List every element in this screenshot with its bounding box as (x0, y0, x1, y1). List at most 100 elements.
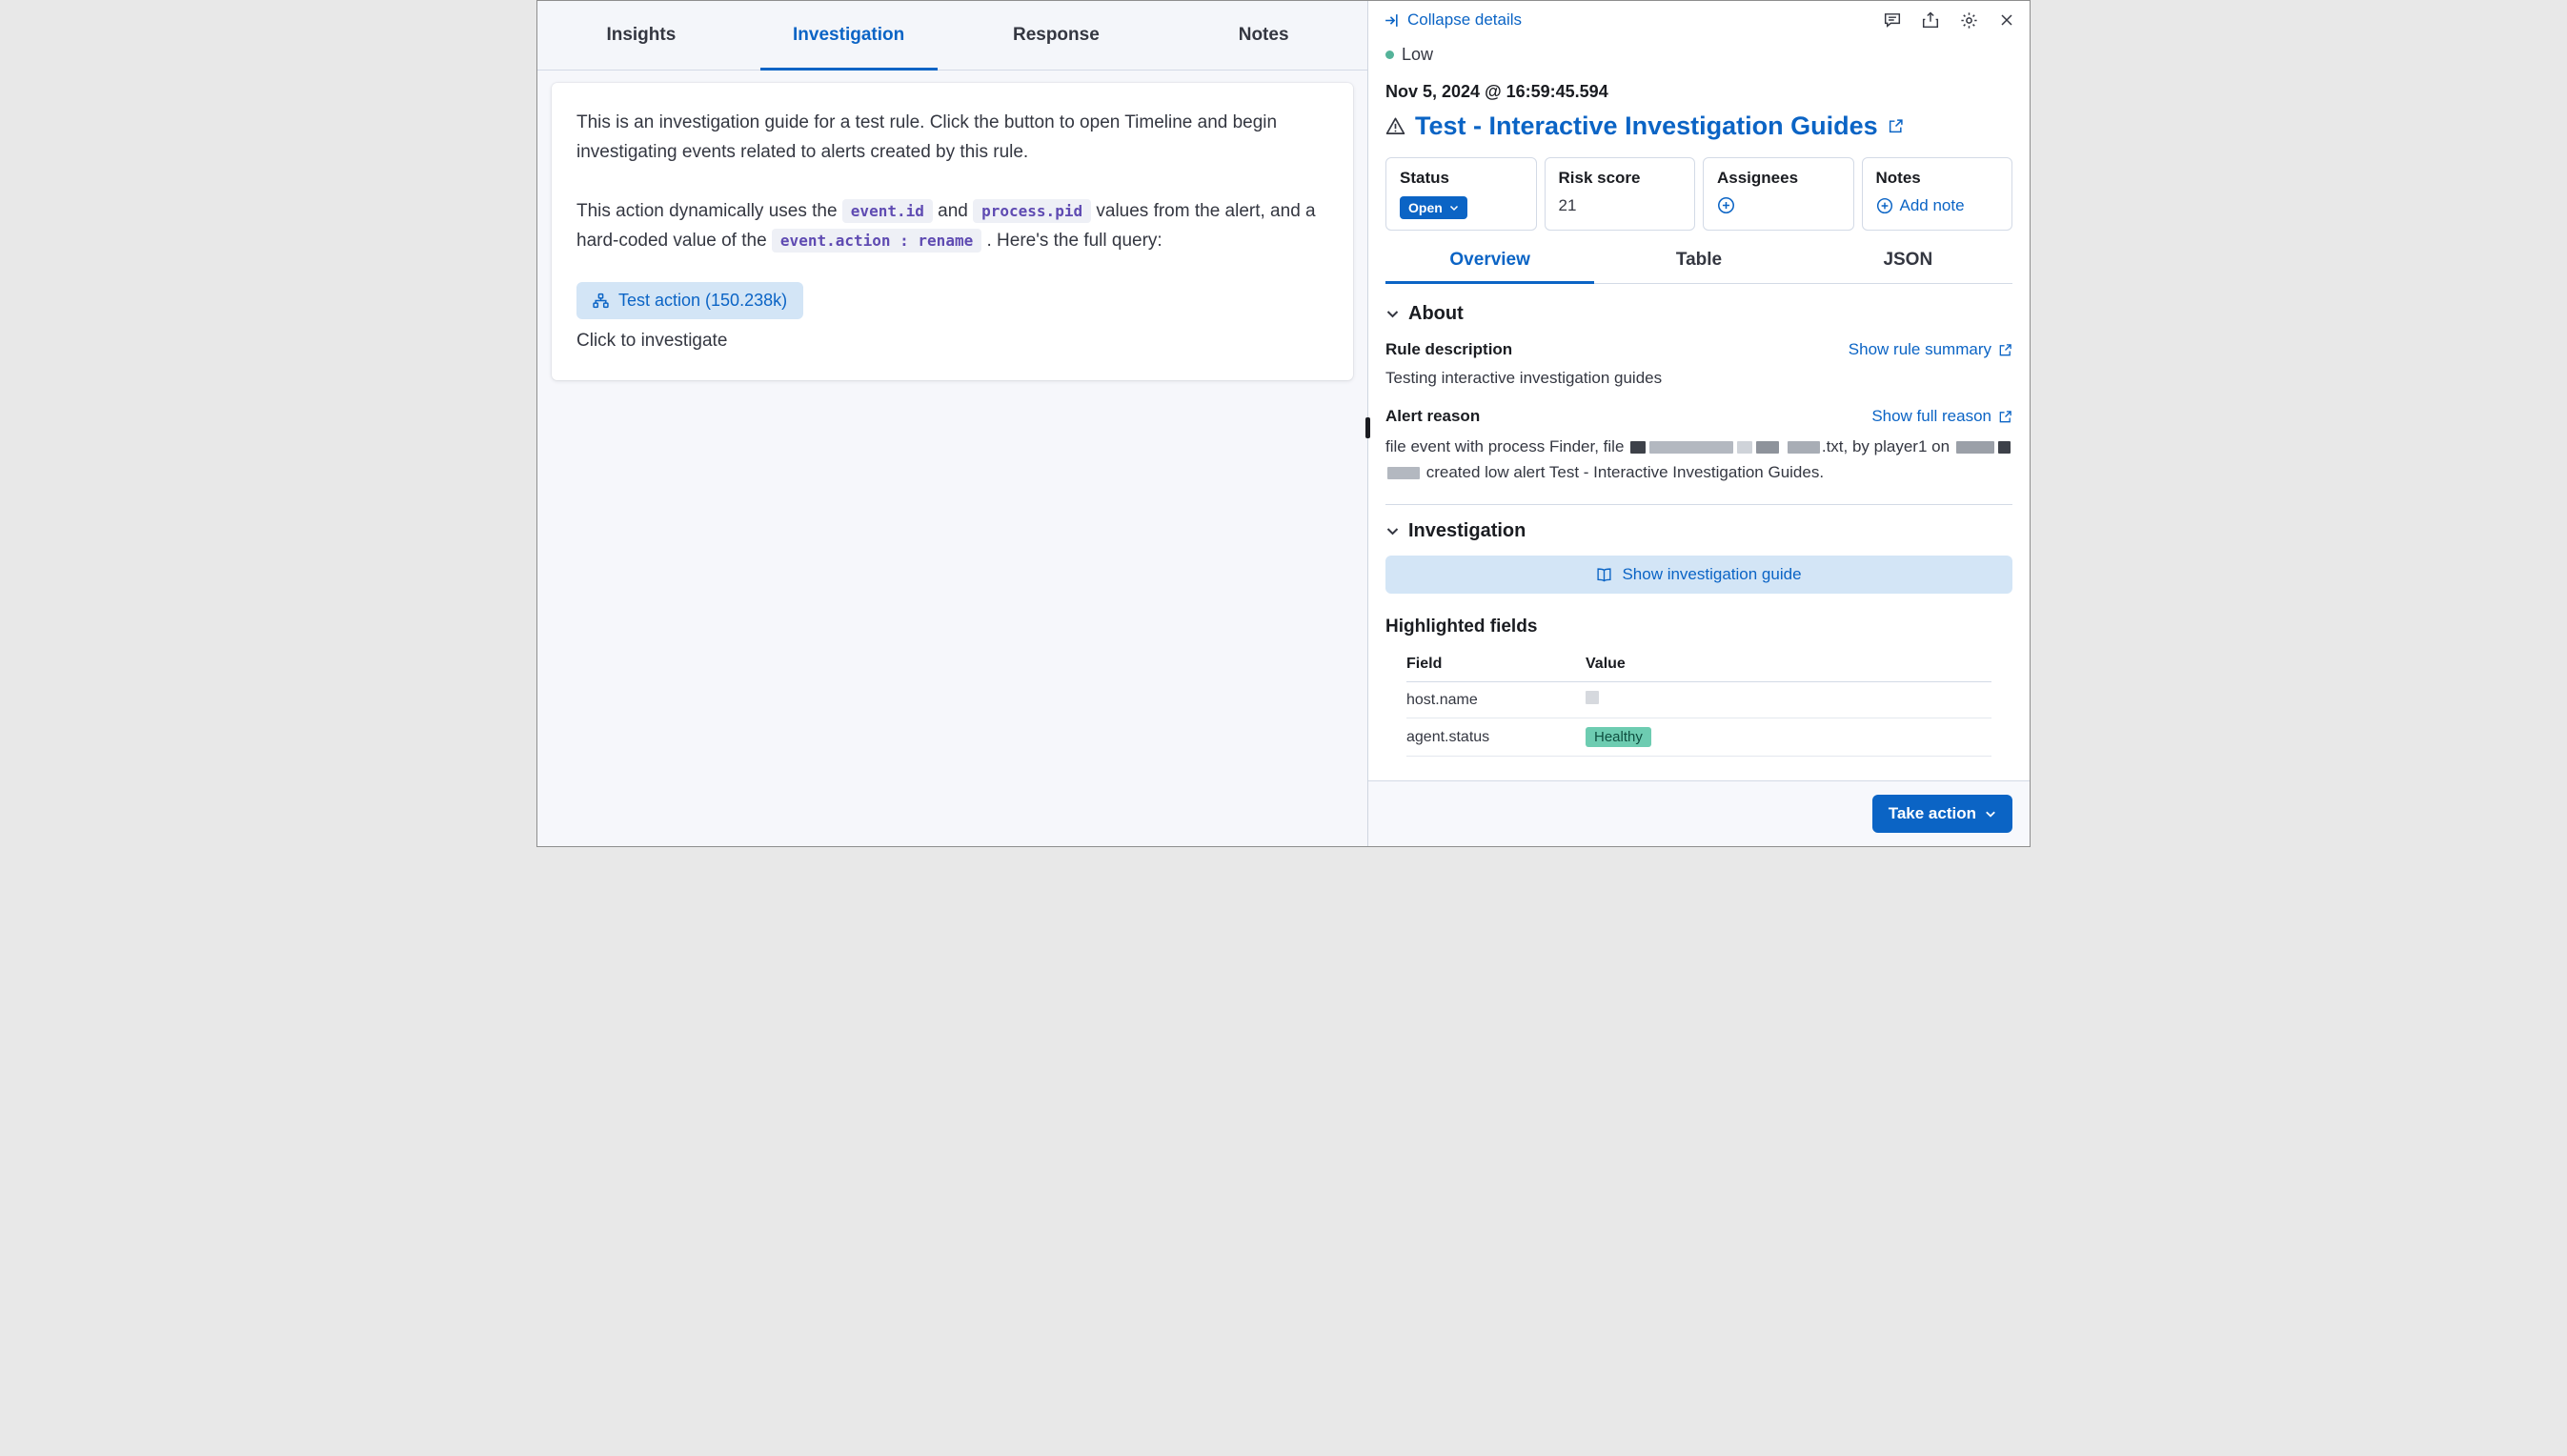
alert-title-row: Test - Interactive Investigation Guides (1385, 110, 2012, 142)
redacted-text (1998, 441, 2011, 454)
show-full-reason-label: Show full reason (1871, 407, 1991, 426)
book-icon (1596, 567, 1612, 583)
collapse-details-label: Collapse details (1407, 10, 1522, 30)
section-divider (1385, 504, 2012, 505)
warning-icon (1385, 116, 1405, 136)
highlighted-fields-heading: Highlighted fields (1385, 617, 2012, 637)
alert-timestamp: Nov 5, 2024 @ 16:59:45.594 (1385, 82, 2012, 102)
add-note-label: Add note (1900, 196, 1965, 215)
investigation-heading: Investigation (1408, 520, 1526, 542)
table-row[interactable]: host.name (1406, 682, 1991, 718)
flyout-footer: Take action (1368, 780, 2030, 846)
alert-details-window: Insights Investigation Response Notes Th… (536, 0, 2031, 847)
rule-description-row: Rule description Show rule summary (1385, 340, 2012, 359)
code-chip-process-pid: process.pid (973, 199, 1091, 223)
external-link-icon (1888, 118, 1904, 134)
status-card-label: Status (1400, 169, 1523, 188)
guide-paragraph-2: This action dynamically uses the event.i… (576, 196, 1328, 255)
timeline-icon (593, 293, 609, 309)
popout-icon (1998, 410, 2012, 424)
take-action-button[interactable]: Take action (1872, 795, 2012, 833)
guide-p2-text-4: . Here's the full query: (981, 231, 1162, 251)
close-icon[interactable] (1999, 12, 2014, 28)
tab-json-label: JSON (1883, 250, 1932, 270)
risk-score-card: Risk score 21 (1545, 157, 1696, 231)
chevron-down-icon (1985, 808, 1996, 819)
tab-response[interactable]: Response (953, 1, 1161, 70)
tab-table[interactable]: Table (1594, 244, 1803, 283)
field-name-cell: agent.status (1406, 729, 1586, 746)
chevron-down-icon (1385, 524, 1400, 538)
test-action-button-label: Test action (150.238k) (618, 291, 787, 311)
tab-insights-label: Insights (606, 25, 676, 46)
about-section-toggle[interactable]: About (1385, 303, 2012, 325)
status-card: Status Open (1385, 157, 1537, 231)
take-action-label: Take action (1889, 804, 1976, 823)
panel-resize-handle[interactable] (1365, 417, 1370, 438)
flyout-tabbar: Overview Table JSON (1385, 244, 2012, 284)
gear-icon[interactable] (1960, 11, 1978, 30)
share-icon[interactable] (1922, 11, 1939, 29)
redacted-text (1756, 441, 1779, 454)
tab-notes[interactable]: Notes (1160, 1, 1367, 70)
table-row[interactable]: agent.status Healthy (1406, 718, 1991, 757)
redacted-text (1737, 441, 1752, 454)
tab-overview[interactable]: Overview (1385, 244, 1594, 283)
chevron-down-icon (1385, 307, 1400, 321)
risk-score-value: 21 (1559, 196, 1682, 215)
flyout-body: Low Nov 5, 2024 @ 16:59:45.594 Test - In… (1368, 33, 2030, 780)
reason-text-3: created low alert Test - Interactive Inv… (1422, 463, 1824, 481)
tab-response-label: Response (1013, 25, 1100, 46)
show-investigation-guide-button[interactable]: Show investigation guide (1385, 556, 2012, 594)
tab-investigation[interactable]: Investigation (745, 1, 953, 70)
status-open-dropdown[interactable]: Open (1400, 196, 1467, 219)
chevron-down-icon (1449, 203, 1459, 212)
plus-circle-icon (1876, 197, 1893, 214)
flyout-header: Collapse details (1368, 1, 2030, 33)
flyout-header-actions (1884, 11, 2014, 30)
value-column-header: Value (1586, 656, 1991, 673)
guide-p2-text-1: This action dynamically uses the (576, 201, 842, 221)
alert-details-flyout: Collapse details (1368, 1, 2030, 846)
alert-title-link[interactable]: Test - Interactive Investigation Guides (1415, 110, 1878, 142)
status-badge: Healthy (1586, 727, 1651, 747)
notes-label: Notes (1876, 169, 1999, 188)
investigation-section-toggle[interactable]: Investigation (1385, 520, 2012, 542)
status-value: Open (1408, 200, 1443, 215)
reason-text-2: .txt, by player1 on (1822, 437, 1954, 455)
field-column-header: Field (1406, 656, 1586, 673)
risk-score-label: Risk score (1559, 169, 1682, 188)
show-full-reason-link[interactable]: Show full reason (1871, 407, 2012, 426)
guide-p2-text-2: and (933, 201, 973, 221)
tab-json[interactable]: JSON (1804, 244, 2012, 283)
tab-table-label: Table (1676, 250, 1722, 270)
click-to-investigate-text: Click to investigate (576, 331, 1328, 352)
severity-row: Low (1385, 45, 2012, 65)
add-assignee-icon[interactable] (1717, 196, 1735, 214)
tab-investigation-label: Investigation (793, 25, 904, 46)
tab-notes-label: Notes (1239, 25, 1289, 46)
highlighted-fields-table: Field Value host.name agent.status Healt… (1385, 647, 2012, 757)
rule-description-label: Rule description (1385, 340, 1512, 359)
test-action-button[interactable]: Test action (150.238k) (576, 282, 803, 319)
add-note-button[interactable]: Add note (1876, 196, 1965, 215)
collapse-right-icon (1384, 12, 1400, 29)
summary-cards-row: Status Open Risk score 21 A (1385, 157, 2012, 231)
show-rule-summary-label: Show rule summary (1849, 340, 1991, 359)
comment-icon[interactable] (1884, 11, 1901, 29)
redacted-text (1788, 441, 1820, 454)
reason-text-1: file event with process Finder, file (1385, 437, 1628, 455)
guide-paragraph-1: This is an investigation guide for a tes… (576, 108, 1328, 167)
redacted-text (1630, 441, 1646, 454)
redacted-text (1586, 691, 1599, 704)
show-investigation-guide-label: Show investigation guide (1622, 565, 1801, 584)
tab-insights[interactable]: Insights (537, 1, 745, 70)
table-header-row: Field Value (1406, 647, 1991, 682)
severity-dot-icon (1385, 51, 1394, 59)
assignees-label: Assignees (1717, 169, 1840, 188)
alert-reason-text: file event with process Finder, file .tx… (1385, 434, 2012, 485)
redacted-text (1649, 441, 1733, 454)
show-rule-summary-link[interactable]: Show rule summary (1849, 340, 2012, 359)
code-chip-event-id: event.id (842, 199, 933, 223)
collapse-details-button[interactable]: Collapse details (1384, 10, 1522, 30)
